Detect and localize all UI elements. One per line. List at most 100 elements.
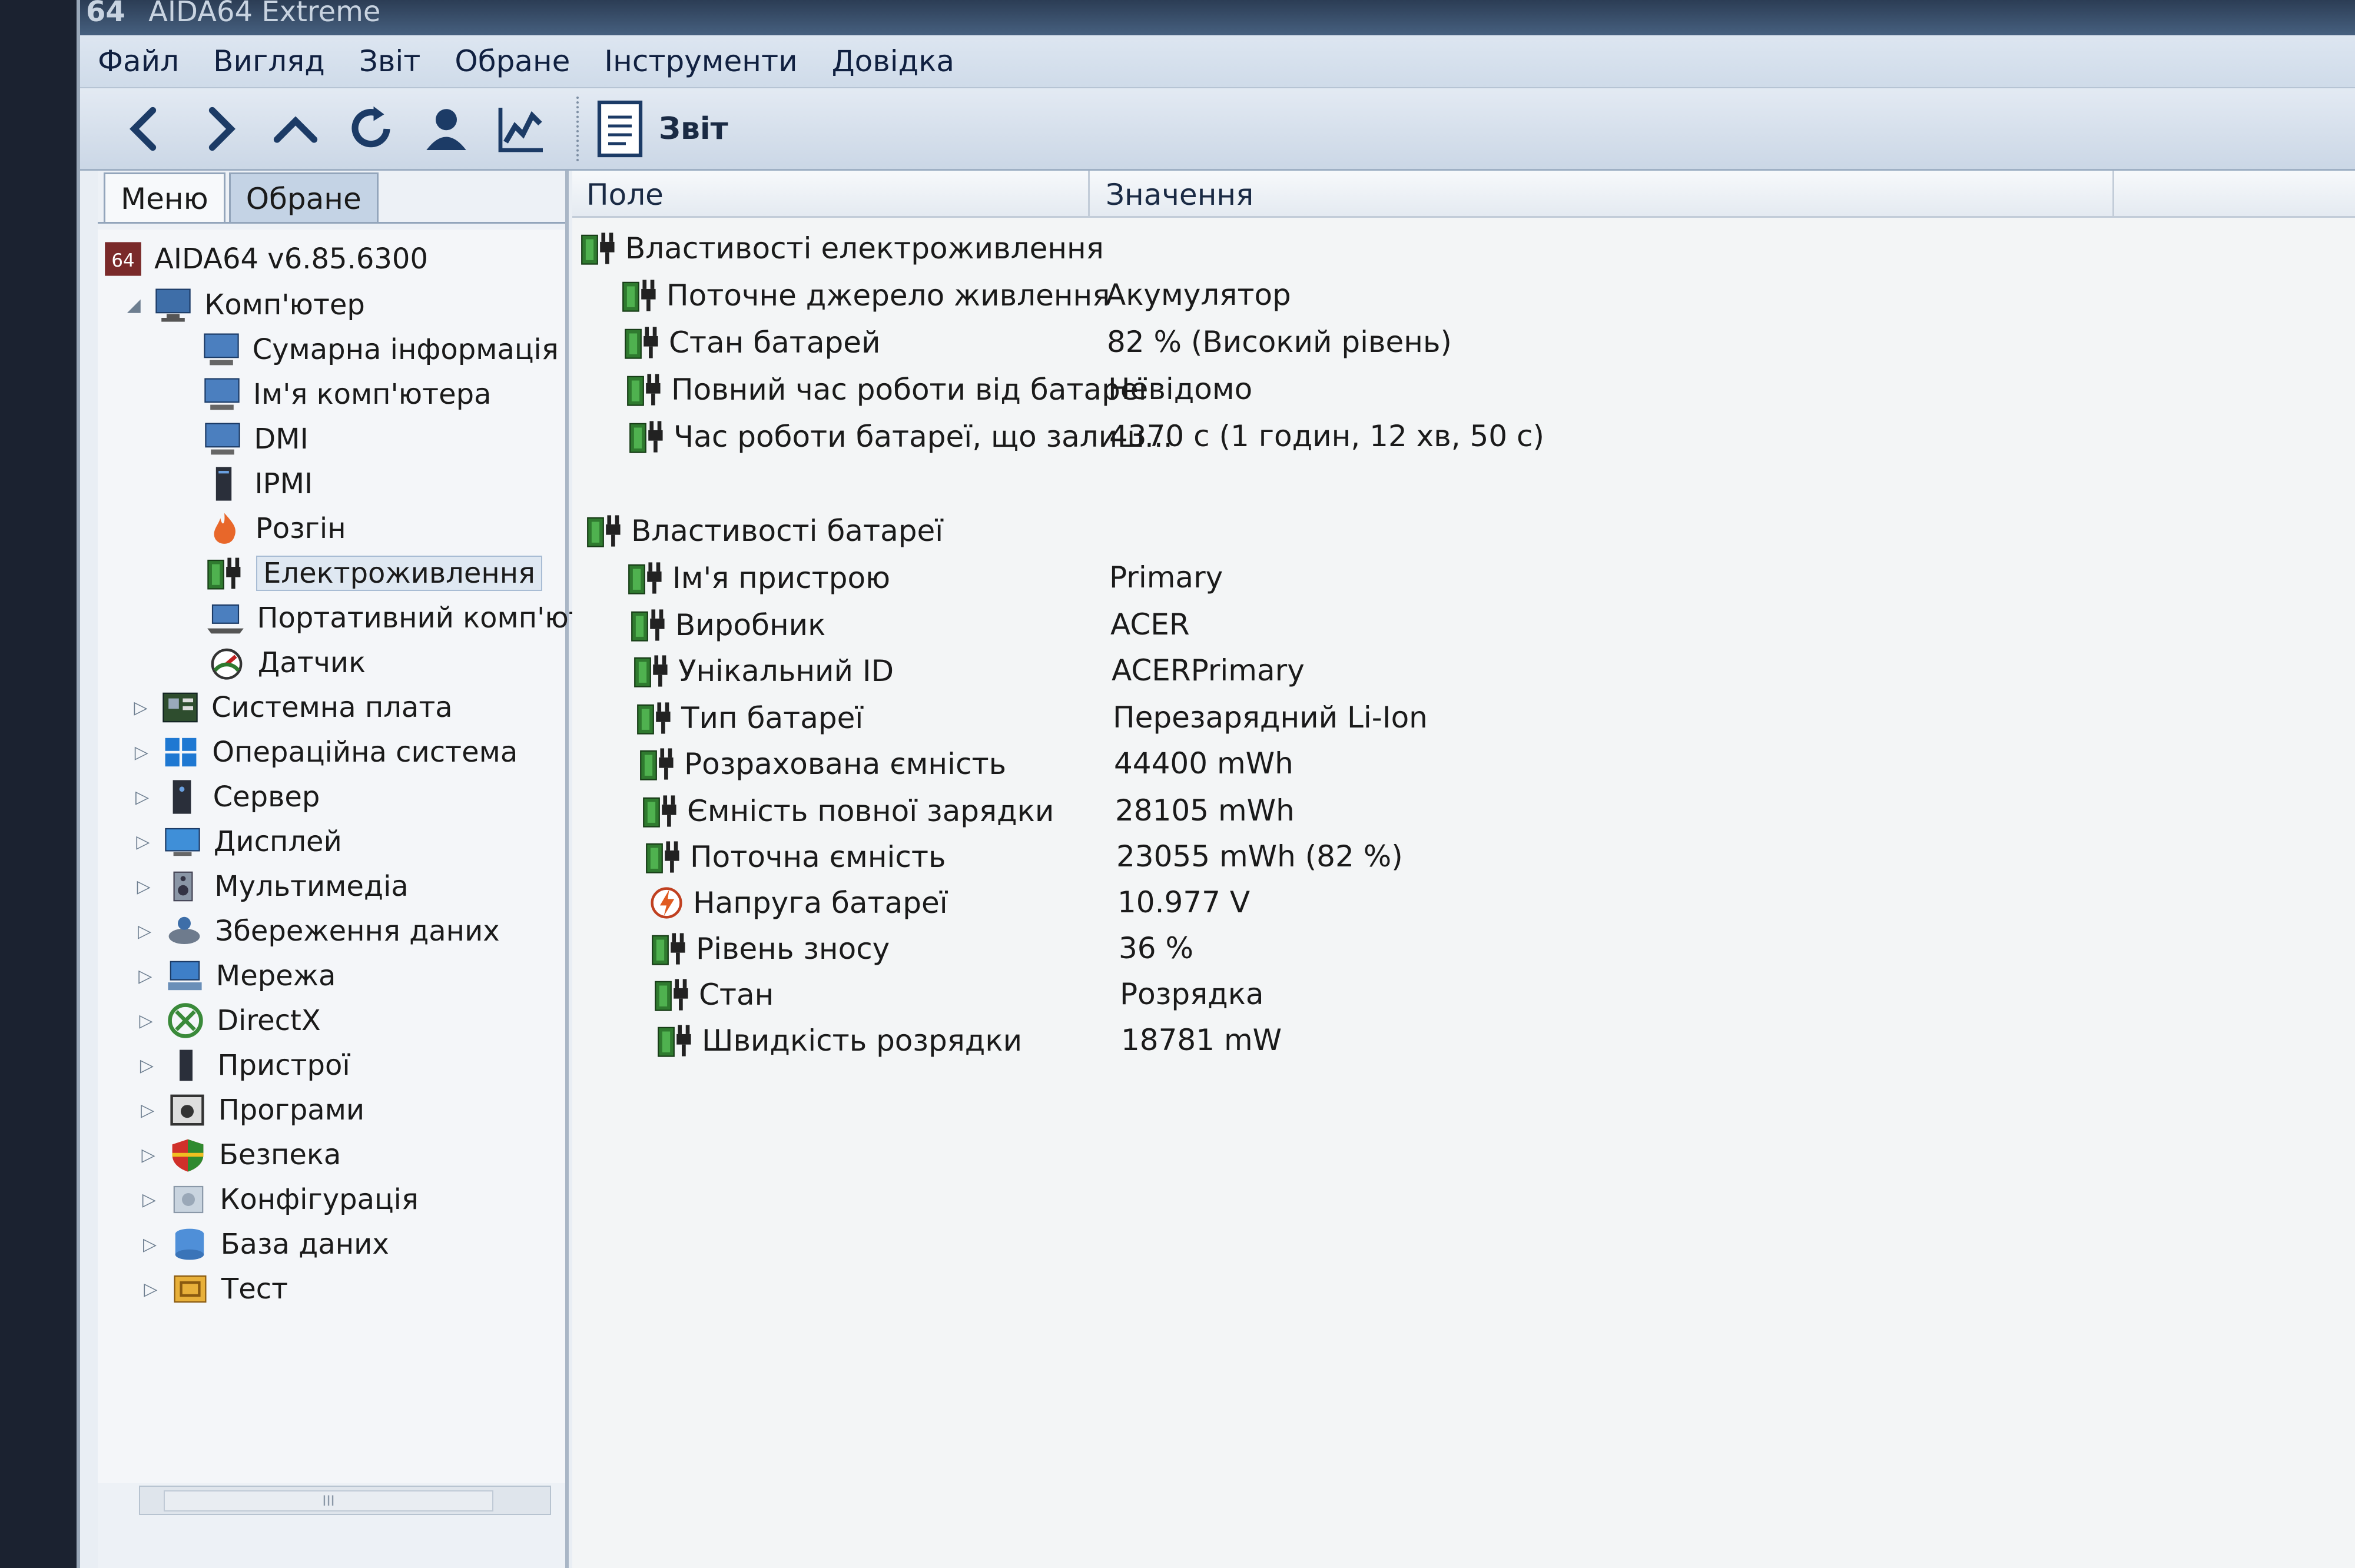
property-row[interactable]: Розрахована ємність bbox=[637, 742, 1006, 786]
tree-expander-icon[interactable]: ◢ bbox=[122, 295, 145, 315]
tree-expander-icon[interactable]: ▷ bbox=[134, 1011, 158, 1031]
tab-menu[interactable]: Меню bbox=[104, 172, 225, 222]
tree-item[interactable]: Ім'я комп'ютера bbox=[171, 373, 492, 416]
tree-item[interactable]: ▷ Конфігурація bbox=[137, 1178, 419, 1221]
property-row[interactable]: Напруга батареї bbox=[646, 881, 948, 925]
horizontal-scrollbar[interactable]: III bbox=[139, 1486, 551, 1515]
forward-button[interactable] bbox=[188, 97, 253, 161]
property-row[interactable]: Стан bbox=[652, 972, 774, 1017]
menu-report[interactable]: Звіт bbox=[359, 44, 421, 78]
tree-expander-icon[interactable]: ▷ bbox=[129, 697, 152, 718]
property-row[interactable]: Повний час роботи від батареї bbox=[624, 367, 1147, 412]
battery-plug-icon bbox=[205, 555, 244, 592]
menu-tools[interactable]: Інструменти bbox=[604, 44, 797, 78]
tree-item[interactable]: IPMI bbox=[173, 463, 313, 505]
section-header[interactable]: Властивості електроживлення bbox=[578, 226, 1104, 271]
property-field: Стан bbox=[699, 978, 774, 1012]
property-row[interactable]: Поточна ємність bbox=[643, 835, 946, 879]
tree-item[interactable]: ▷ Системна плата bbox=[129, 686, 452, 729]
tree-expander-icon[interactable]: ▷ bbox=[136, 1100, 160, 1121]
menu-favorites[interactable]: Обране bbox=[455, 44, 570, 78]
property-field: Час роботи батареї, що залиш... bbox=[674, 420, 1173, 454]
field-column-header[interactable]: Поле bbox=[586, 178, 664, 212]
tree-expander-icon[interactable]: ▷ bbox=[138, 1234, 162, 1255]
tree-item[interactable]: 64 AIDA64 v6.85.6300 bbox=[104, 238, 428, 280]
up-button[interactable] bbox=[263, 97, 328, 161]
tree-expander-icon[interactable]: ▷ bbox=[137, 1190, 161, 1210]
navigation-tree: 64 AIDA64 v6.85.6300 ◢ Комп'ютер Сумарна інф… bbox=[98, 230, 585, 1483]
property-row[interactable]: Ємність повної зарядки bbox=[640, 789, 1054, 833]
tree-item-label: Безпека bbox=[219, 1138, 341, 1171]
user-button[interactable] bbox=[414, 97, 479, 161]
flame-icon bbox=[205, 510, 244, 547]
tree-item-label: DMI bbox=[254, 423, 309, 456]
battery-plug-icon bbox=[625, 560, 666, 596]
tree-item[interactable]: Сумарна інформація bbox=[170, 328, 559, 371]
section-header[interactable]: Властивості батареї bbox=[584, 509, 943, 553]
menu-view[interactable]: Вигляд bbox=[213, 44, 325, 78]
property-row[interactable]: Стан батарей bbox=[622, 320, 881, 365]
column-divider[interactable] bbox=[2112, 171, 2114, 218]
tree-expander-icon[interactable]: ▷ bbox=[139, 1279, 162, 1300]
tree-item[interactable]: Електроживлення bbox=[174, 552, 542, 594]
chart-button[interactable] bbox=[489, 97, 554, 161]
menu-file[interactable]: Файл bbox=[98, 44, 179, 78]
tree-expander-icon[interactable]: ▷ bbox=[135, 1055, 158, 1076]
scrollbar-thumb[interactable]: III bbox=[164, 1490, 493, 1511]
tree-expander-icon[interactable]: ▷ bbox=[131, 832, 155, 852]
laptop-icon bbox=[206, 600, 245, 636]
tree-item[interactable]: ▷ Програми bbox=[136, 1089, 364, 1131]
menu-help[interactable]: Довідка bbox=[832, 44, 954, 78]
column-divider[interactable] bbox=[1088, 171, 1090, 218]
tree-expander-icon[interactable]: ▷ bbox=[137, 1145, 160, 1165]
tree-item[interactable]: ▷ Дисплей bbox=[131, 820, 341, 863]
property-row[interactable]: Рівень зносу bbox=[649, 926, 890, 971]
toolbar: Звіт bbox=[80, 88, 2355, 171]
back-button[interactable] bbox=[112, 97, 177, 161]
tree-expander-icon[interactable]: ▷ bbox=[130, 742, 153, 763]
report-button[interactable]: Звіт bbox=[596, 99, 728, 158]
property-row[interactable]: Швидкість розрядки bbox=[655, 1018, 1022, 1063]
property-row[interactable]: Тип батареї bbox=[634, 696, 863, 740]
tree-item[interactable]: ▷ Збереження даних bbox=[133, 910, 500, 952]
server-tower-icon bbox=[204, 466, 243, 502]
tree-item[interactable]: Портативний комп'ют bbox=[174, 597, 585, 639]
property-field: Унікальний ID bbox=[678, 654, 894, 688]
tree-item-label: Мультимедіа bbox=[214, 870, 409, 903]
property-row[interactable]: Ім'я пристрою bbox=[625, 556, 890, 600]
tree-item[interactable]: ◢ Комп'ютер bbox=[122, 284, 365, 326]
refresh-button[interactable] bbox=[339, 97, 403, 161]
details-pane: Поле Значення Властивості електроживленн… bbox=[572, 171, 2355, 1568]
tree-item[interactable]: ▷ DirectX bbox=[134, 999, 321, 1042]
tree-item[interactable]: ▷ Мультимедіа bbox=[132, 865, 409, 908]
tree-expander-icon[interactable]: ▷ bbox=[133, 921, 157, 942]
tree-item[interactable]: ▷ Пристрої bbox=[135, 1044, 350, 1087]
tree-item[interactable]: ▷ Безпека bbox=[137, 1134, 341, 1176]
value-column-header[interactable]: Значення bbox=[1106, 178, 1253, 212]
tree-expander-icon[interactable]: ▷ bbox=[131, 787, 154, 808]
tree-item-label: Збереження даних bbox=[215, 915, 500, 948]
tree-item[interactable]: ▷ Сервер bbox=[131, 776, 320, 818]
property-row[interactable]: Поточне джерело живлення bbox=[619, 273, 1110, 318]
tree-item[interactable]: ▷ Операційна система bbox=[130, 731, 518, 773]
tree-item[interactable]: Розгін bbox=[173, 507, 346, 550]
property-value: Розрядка bbox=[1120, 977, 1264, 1011]
property-row[interactable]: Виробник bbox=[628, 603, 825, 647]
tree-item[interactable]: DMI bbox=[171, 418, 309, 460]
property-field: Напруга батареї bbox=[693, 886, 948, 920]
tree-item[interactable]: ▷ Тест bbox=[139, 1268, 288, 1310]
tree-item[interactable]: Датчик bbox=[175, 642, 366, 684]
tree-expander-icon[interactable]: ▷ bbox=[134, 966, 157, 986]
tab-favorites[interactable]: Обране bbox=[228, 172, 379, 222]
tree-expander-icon[interactable]: ▷ bbox=[132, 876, 155, 897]
toolbar-separator bbox=[576, 96, 579, 161]
property-field: Ім'я пристрою bbox=[672, 561, 891, 595]
property-row[interactable]: Час роботи батареї, що залиш... bbox=[626, 414, 1173, 459]
motherboard-icon bbox=[161, 689, 200, 726]
tree-item-label: Ім'я комп'ютера bbox=[253, 378, 492, 411]
tree-item[interactable]: ▷ База даних bbox=[138, 1223, 389, 1265]
tree-item[interactable]: ▷ Мережа bbox=[134, 955, 336, 997]
property-value: 28105 mWh bbox=[1115, 793, 1295, 828]
property-row[interactable]: Унікальний ID bbox=[631, 649, 894, 693]
config-icon bbox=[169, 1181, 208, 1218]
